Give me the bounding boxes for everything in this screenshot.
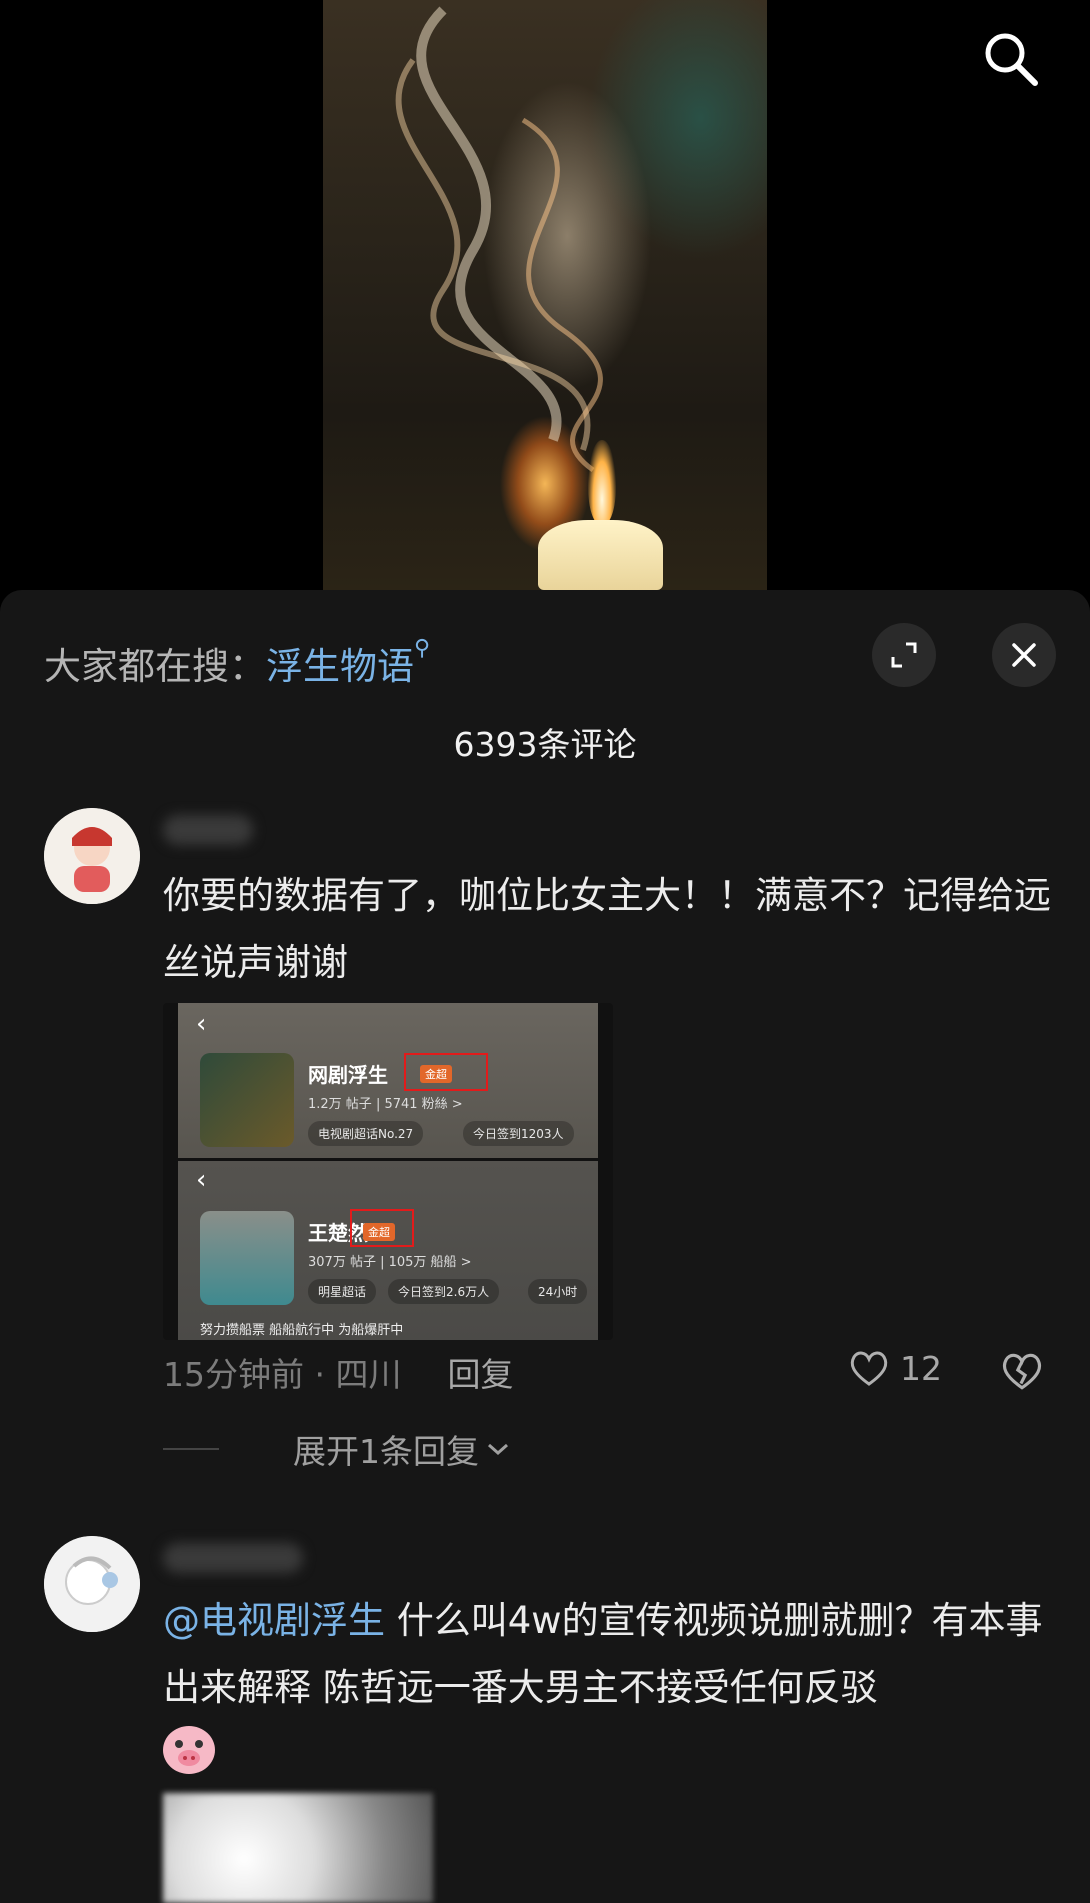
card2-row: 努力攒船票 船船航行中 为船爆肝中	[200, 1323, 404, 1338]
expand-icon	[891, 642, 917, 668]
expand-replies[interactable]: 展开1条回复	[163, 1425, 511, 1473]
small-search-icon: ⚲	[414, 636, 431, 661]
username-blurred[interactable]	[163, 1543, 303, 1573]
comment-count: 6393条评论	[453, 725, 637, 764]
reply-button[interactable]: 回复	[447, 1355, 513, 1394]
comment-image-blurred[interactable]	[163, 1793, 433, 1903]
back-arrow-icon: ‹	[196, 1009, 207, 1039]
chevron-down-icon	[488, 1443, 508, 1456]
username-blurred[interactable]	[163, 815, 253, 845]
time-location: 15分钟前 · 四川	[163, 1355, 402, 1394]
supertopic-card-2: ‹ 王楚然 金超 307万 帖子 | 105万 船船 > 明星超话 今日签到2.…	[178, 1161, 598, 1340]
close-icon	[1012, 643, 1036, 667]
like-count: 12	[900, 1348, 942, 1388]
mention-link[interactable]: @电视剧浮生	[163, 1599, 385, 1642]
card1-chip2: 今日签到1203人	[463, 1121, 574, 1146]
back-arrow-icon: ‹	[196, 1165, 207, 1195]
card1-stats: 1.2万 帖子 | 5741 粉絲 >	[308, 1097, 463, 1112]
candle-flame	[588, 440, 616, 525]
divider-line	[163, 1448, 219, 1450]
comment-image[interactable]: ‹ 网剧浮生 金超 1.2万 帖子 | 5741 粉絲 > 电视剧超话No.27…	[163, 1003, 613, 1340]
trending-search[interactable]: 大家都在搜：浮生物语⚲	[44, 636, 430, 690]
card1-chip1: 电视剧超话No.27	[308, 1121, 424, 1146]
trending-keyword[interactable]: 浮生物语	[266, 645, 414, 688]
highlight-box	[404, 1053, 488, 1091]
smoke-dragon-art	[395, 6, 603, 473]
comment-text: 你要的数据有了，咖位比女主大！！满意不？记得给远丝说声谢谢	[163, 874, 1051, 984]
expand-button[interactable]	[872, 623, 936, 687]
avatar-illustration	[44, 1536, 140, 1632]
actress-photo-thumb	[200, 1211, 294, 1305]
trending-prefix: 大家都在搜：	[44, 645, 266, 688]
card1-title: 网剧浮生	[308, 1063, 388, 1087]
card2-chip1: 明星超话	[308, 1279, 377, 1304]
search-button[interactable]	[980, 28, 1040, 88]
expand-label: 展开1条回复	[293, 1432, 479, 1471]
supertopic-card-1: ‹ 网剧浮生 金超 1.2万 帖子 | 5741 粉絲 > 电视剧超话No.27…	[178, 1003, 598, 1158]
video-player[interactable]	[0, 0, 1090, 595]
pig-emoji	[163, 1726, 215, 1774]
card2-chip2: 今日签到2.6万人	[388, 1279, 500, 1304]
video-frame	[323, 0, 767, 590]
avatar[interactable]	[44, 1536, 140, 1632]
card2-stats: 307万 帖子 | 105万 船船 >	[308, 1255, 472, 1270]
heart-icon	[850, 1351, 888, 1386]
avatar-illustration	[44, 808, 140, 904]
avatar[interactable]	[44, 808, 140, 904]
dislike-button[interactable]	[1000, 1350, 1044, 1396]
comment-text: @电视剧浮生 什么叫4w的宣传视频说删就删？有本事出来解释 陈哲远一番大男主不接…	[163, 1587, 1053, 1721]
candle	[538, 520, 663, 590]
highlight-box	[350, 1209, 414, 1247]
close-button[interactable]	[992, 623, 1056, 687]
search-icon	[985, 33, 1038, 86]
card2-chip3: 24小时	[528, 1279, 588, 1304]
pig-face	[175, 1740, 203, 1766]
drama-poster-thumb	[200, 1053, 294, 1147]
broken-heart-icon	[1002, 1353, 1042, 1390]
like-button[interactable]: 12	[848, 1348, 942, 1388]
comment-meta: 15分钟前 · 四川 回复	[163, 1348, 513, 1396]
